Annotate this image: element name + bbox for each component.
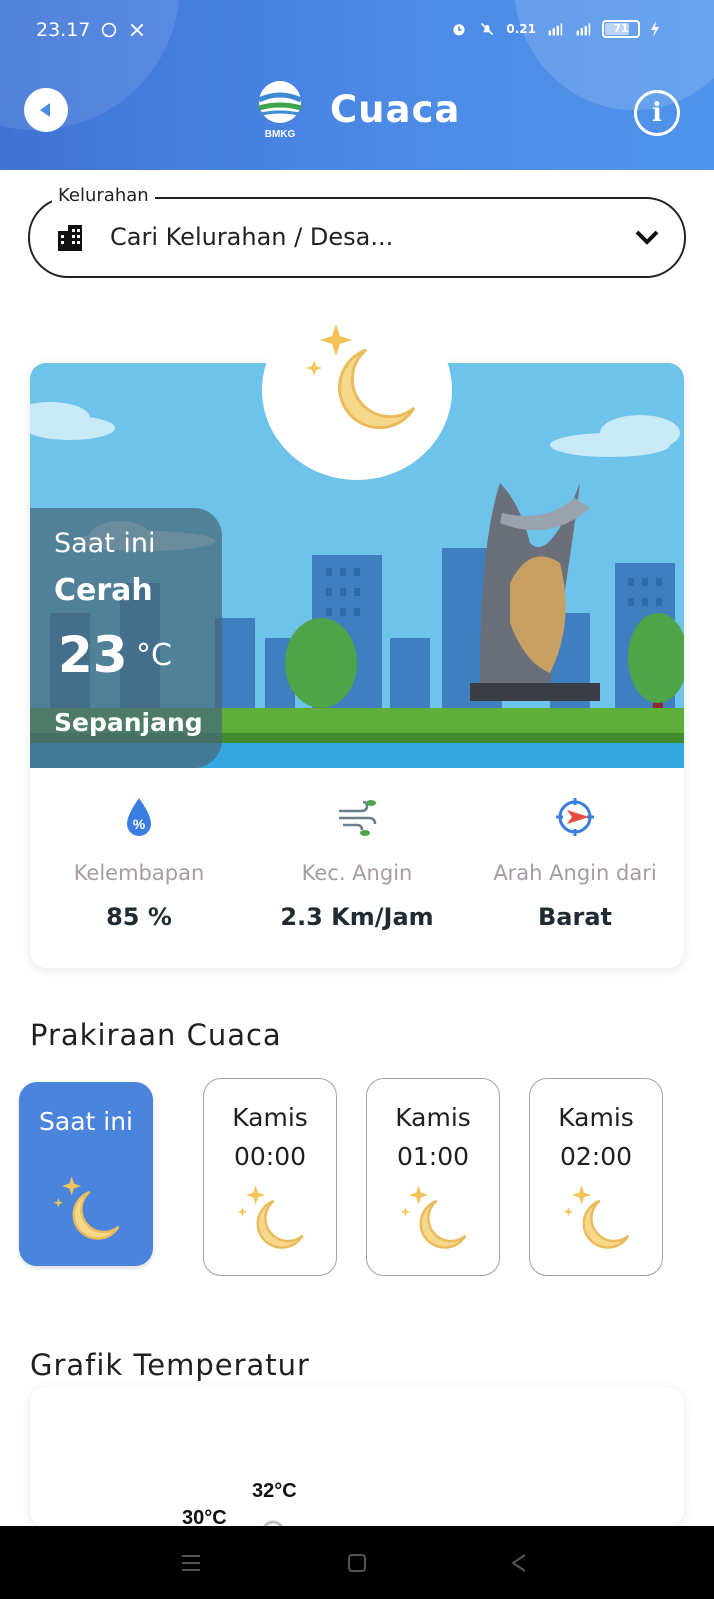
current-condition: Cerah (54, 573, 153, 608)
nav-back-icon[interactable] (506, 1550, 532, 1576)
forecast-card-now[interactable]: Saat ini (19, 1082, 153, 1266)
moon-icon (400, 1185, 467, 1249)
forecast-time: 00:00 (233, 1142, 307, 1171)
mute-icon (481, 22, 494, 36)
building-icon (58, 225, 82, 251)
moon-icon (237, 1185, 304, 1249)
whatsapp-icon (102, 22, 117, 38)
stat-value: 85 % (106, 903, 172, 931)
moon-icon (563, 1185, 630, 1249)
current-label: Saat ini (54, 528, 156, 559)
stat-label: Kelembapan (73, 861, 205, 885)
status-bar-right: 0.21 71 (450, 20, 660, 38)
stat-label: Kec. Angin (301, 861, 413, 885)
stat-label: Arah Angin dari (493, 861, 657, 885)
signal-icon (548, 23, 563, 36)
battery-icon: 71 (602, 20, 640, 38)
info-button[interactable]: i (634, 90, 680, 136)
charging-icon (651, 21, 659, 37)
back-icon (40, 103, 50, 117)
chart-title: Grafik Temperatur (30, 1348, 310, 1382)
logo-text: BMKG (265, 129, 296, 140)
header-decoration (514, 0, 714, 110)
forecast-day: Kamis (232, 1103, 308, 1132)
chart-data-label: 30°C (182, 1507, 227, 1527)
temperature-chart: 30°C 32°C (182, 1480, 297, 1527)
temperature-chart-card: 30°C 32°C (30, 1387, 684, 1527)
bmkg-logo: BMKG (257, 81, 303, 140)
forecast-time: 02:00 (559, 1142, 633, 1171)
stat-value: Barat (538, 903, 612, 931)
forecast-title: Prakiraan Cuaca (30, 1018, 282, 1052)
back-button[interactable] (24, 88, 68, 132)
network-speed: 0.21 (506, 22, 536, 36)
compass-icon (556, 798, 594, 836)
app-header: 23.17 0.21 71 BMKG Cuaca i (0, 0, 714, 170)
signal-icon (576, 23, 591, 36)
home-icon[interactable] (344, 1550, 370, 1576)
forecast-card[interactable]: Kamis 02:00 (529, 1078, 663, 1276)
forecast-card[interactable]: Kamis 00:00 (203, 1078, 337, 1276)
status-time: 23.17 (36, 19, 91, 41)
current-conditions-panel: Saat ini Cerah 23 °C Sepanjang (30, 508, 222, 768)
svg-text:%: % (133, 816, 146, 832)
forecast-day: Kamis (395, 1103, 471, 1132)
stat-value: 2.3 Km/Jam (280, 903, 434, 931)
alarm-icon (453, 24, 465, 36)
chevron-down-icon (635, 230, 659, 245)
battery-level: 71 (613, 22, 629, 35)
temperature-unit: °C (136, 638, 172, 673)
current-temperature: 23 (58, 626, 128, 684)
page-title: Cuaca (330, 88, 461, 131)
current-location: Sepanjang (54, 708, 203, 737)
dropdown-placeholder: Cari Kelurahan / Desa... (110, 223, 394, 251)
forecast-day: Saat ini (39, 1107, 133, 1136)
forecast-time: 01:00 (396, 1142, 470, 1171)
stat-wind-speed: Kec. Angin 2.3 Km/Jam (248, 773, 466, 931)
chart-data-label: 32°C (252, 1480, 297, 1502)
system-nav-bar (0, 1526, 714, 1599)
forecast-card[interactable]: Kamis 01:00 (366, 1078, 500, 1276)
dropdown-label: Kelurahan (52, 185, 155, 206)
moon-icon (53, 1176, 120, 1240)
weather-stats: % Kelembapan 85 % Kec. Angin 2.3 Km/Jam … (30, 773, 684, 953)
moon-icon (306, 324, 416, 430)
x-icon (131, 23, 144, 37)
stat-humidity: % Kelembapan 85 % (30, 773, 248, 931)
menu-icon[interactable] (178, 1550, 204, 1576)
stat-wind-direction: Arah Angin dari Barat (466, 773, 684, 931)
status-bar-left: 23.17 (36, 19, 146, 41)
forecast-day: Kamis (558, 1103, 634, 1132)
kelurahan-dropdown[interactable]: Kelurahan Cari Kelurahan / Desa... (28, 185, 686, 278)
info-icon: i (652, 98, 662, 128)
wind-icon (339, 800, 377, 836)
humidity-icon: % (127, 798, 151, 836)
